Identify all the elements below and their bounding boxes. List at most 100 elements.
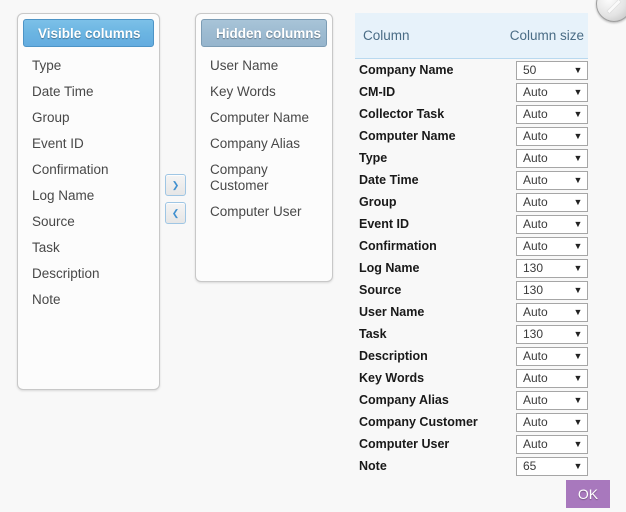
column-size-value: Auto [523, 195, 548, 209]
chevron-down-icon: ▼ [573, 438, 583, 449]
column-size-value: Auto [523, 305, 548, 319]
column-size-select[interactable]: Auto ▼ [516, 302, 588, 322]
column-size-value: Auto [523, 393, 548, 407]
hidden-column-item[interactable]: Company Alias [196, 131, 332, 157]
column-size-select[interactable]: Auto ▼ [516, 214, 588, 234]
visible-column-item[interactable]: Task [18, 235, 159, 261]
badge-slash-icon [607, 0, 621, 14]
hidden-column-item[interactable]: Computer User [196, 199, 332, 225]
column-size-select[interactable]: Auto ▼ [516, 170, 588, 190]
column-size-value: Auto [523, 239, 548, 253]
table-row: Company Alias Auto ▼ [355, 389, 588, 411]
hidden-column-item[interactable]: Computer Name [196, 105, 332, 131]
chevron-down-icon: ▼ [573, 460, 583, 471]
column-name-label: Note [359, 459, 387, 473]
column-name-label: Computer User [359, 437, 450, 451]
table-row: Note 65 ▼ [355, 455, 588, 477]
column-name-label: Log Name [359, 261, 420, 275]
column-size-value: Auto [523, 415, 548, 429]
visible-column-item[interactable]: Log Name [18, 183, 159, 209]
chevron-left-icon: ❮ [171, 208, 180, 218]
column-size-select[interactable]: Auto ▼ [516, 192, 588, 212]
column-size-select[interactable]: 130 ▼ [516, 324, 588, 344]
column-name-label: Key Words [359, 371, 425, 385]
table-row: Type Auto ▼ [355, 147, 588, 169]
table-row: Computer User Auto ▼ [355, 433, 588, 455]
table-row: Company Customer Auto ▼ [355, 411, 588, 433]
hidden-columns-header: Hidden columns [201, 19, 327, 47]
column-size-value: 130 [523, 327, 544, 341]
column-size-value: Auto [523, 107, 548, 121]
table-row: CM-ID Auto ▼ [355, 81, 588, 103]
hidden-columns-list: User Name Key Words Computer Name Company A… [196, 47, 332, 225]
visible-column-item[interactable]: Description [18, 261, 159, 287]
column-size-value: 50 [523, 63, 537, 77]
column-size-select[interactable]: Auto ▼ [516, 434, 588, 454]
table-row: Source 130 ▼ [355, 279, 588, 301]
column-size-select[interactable]: 130 ▼ [516, 280, 588, 300]
visible-columns-header: Visible columns [23, 19, 154, 47]
column-size-select[interactable]: Auto ▼ [516, 412, 588, 432]
column-size-select[interactable]: Auto ▼ [516, 368, 588, 388]
hidden-column-item[interactable]: Company Customer [196, 157, 332, 199]
column-size-value: Auto [523, 173, 548, 187]
visible-column-item[interactable]: Date Time [18, 79, 159, 105]
column-size-select[interactable]: Auto ▼ [516, 148, 588, 168]
column-size-value: Auto [523, 129, 548, 143]
chevron-down-icon: ▼ [573, 152, 583, 163]
table-row: Collector Task Auto ▼ [355, 103, 588, 125]
column-size-select[interactable]: Auto ▼ [516, 390, 588, 410]
column-size-select[interactable]: Auto ▼ [516, 104, 588, 124]
visible-column-item[interactable]: Source [18, 209, 159, 235]
column-name-label: Company Customer [359, 415, 478, 429]
table-row: Event ID Auto ▼ [355, 213, 588, 235]
visible-column-item[interactable]: Group [18, 105, 159, 131]
chevron-down-icon: ▼ [573, 394, 583, 405]
table-row: Task 130 ▼ [355, 323, 588, 345]
column-size-value: Auto [523, 437, 548, 451]
visible-column-item[interactable]: Event ID [18, 131, 159, 157]
chevron-down-icon: ▼ [573, 108, 583, 119]
column-size-select[interactable]: 130 ▼ [516, 258, 588, 278]
column-name-label: Group [359, 195, 397, 209]
column-size-select[interactable]: 65 ▼ [516, 456, 588, 476]
chevron-down-icon: ▼ [573, 64, 583, 75]
chevron-down-icon: ▼ [573, 306, 583, 317]
hidden-column-item[interactable]: User Name [196, 53, 332, 79]
table-row: Company Name 50 ▼ [355, 59, 588, 81]
visible-columns-list: Type Date Time Group Event ID Confirmation Lo… [18, 47, 159, 313]
table-row: Date Time Auto ▼ [355, 169, 588, 191]
move-to-visible-button[interactable]: ❮ [165, 202, 186, 224]
move-to-hidden-button[interactable]: ❯ [165, 174, 186, 196]
column-name-label: Date Time [359, 173, 419, 187]
column-name-label: CM-ID [359, 85, 396, 99]
column-size-select[interactable]: Auto ▼ [516, 126, 588, 146]
column-name-label: Type [359, 151, 388, 165]
column-size-select[interactable]: Auto ▼ [516, 82, 588, 102]
ok-button[interactable]: OK [566, 480, 610, 508]
column-size-select[interactable]: 50 ▼ [516, 60, 588, 80]
column-size-select[interactable]: Auto ▼ [516, 236, 588, 256]
column-size-value: Auto [523, 85, 548, 99]
column-name-label: Source [359, 283, 402, 297]
visible-column-item[interactable]: Type [18, 53, 159, 79]
column-name-label: User Name [359, 305, 425, 319]
chevron-down-icon: ▼ [573, 86, 583, 97]
table-row: Confirmation Auto ▼ [355, 235, 588, 257]
column-name-label: Task [359, 327, 387, 341]
column-name-label: Description [359, 349, 428, 363]
chevron-down-icon: ▼ [573, 416, 583, 427]
chevron-down-icon: ▼ [573, 328, 583, 339]
hidden-column-item[interactable]: Key Words [196, 79, 332, 105]
column-name-label: Company Alias [359, 393, 449, 407]
chevron-down-icon: ▼ [573, 196, 583, 207]
chevron-down-icon: ▼ [573, 350, 583, 361]
corner-circle-badge-icon [596, 0, 626, 22]
visible-column-item[interactable]: Note [18, 287, 159, 313]
chevron-down-icon: ▼ [573, 284, 583, 295]
column-size-select[interactable]: Auto ▼ [516, 346, 588, 366]
visible-column-item[interactable]: Confirmation [18, 157, 159, 183]
table-row: Description Auto ▼ [355, 345, 588, 367]
chevron-down-icon: ▼ [573, 240, 583, 251]
chevron-down-icon: ▼ [573, 174, 583, 185]
